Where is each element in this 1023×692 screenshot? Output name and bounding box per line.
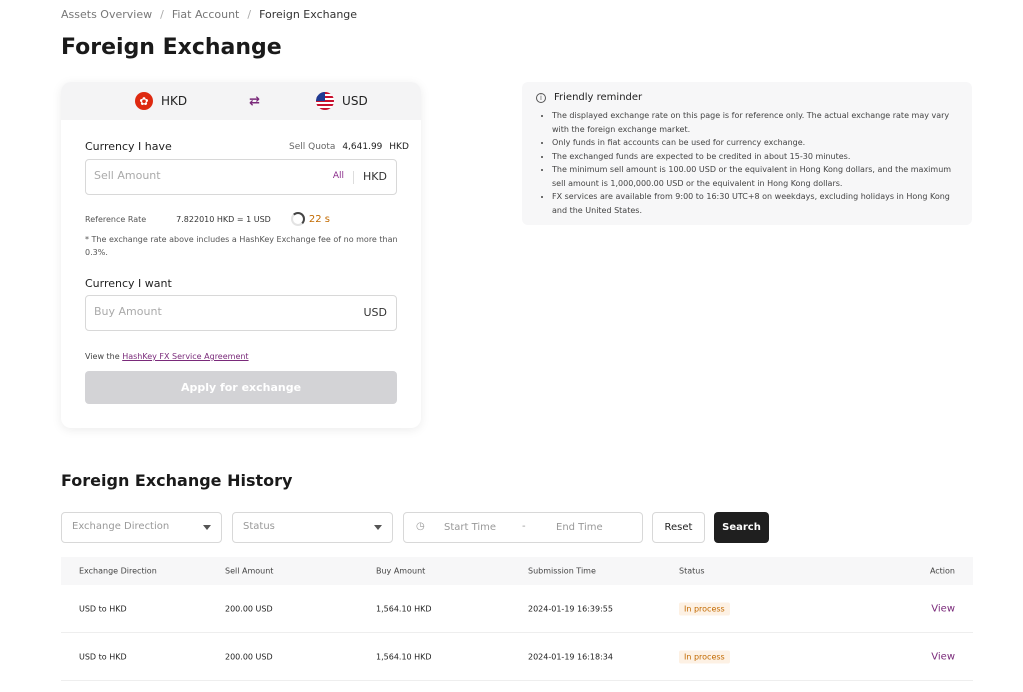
reference-rate-label: Reference Rate [85, 214, 147, 224]
currency-pair-header: ✿ HKD ⇄ USD [61, 82, 421, 120]
cell-direction: USD to HKD [79, 652, 127, 661]
service-agreement-link[interactable]: HashKey FX Service Agreement [122, 352, 248, 361]
history-title: Foreign Exchange History [61, 471, 293, 490]
exchange-card: ✿ HKD ⇄ USD Currency I have Sell Quota 4… [61, 82, 421, 428]
reminder-item: Only funds in fiat accounts can be used … [552, 136, 958, 150]
status-select[interactable]: Status [232, 512, 393, 543]
search-button[interactable]: Search [714, 512, 769, 543]
column-header: Action [929, 566, 955, 576]
sell-quota-value: 4,641.99 [342, 142, 383, 152]
reminder-header: i Friendly reminder [536, 92, 958, 103]
reminder-title: Friendly reminder [554, 92, 643, 103]
sell-amount-input[interactable] [94, 169, 294, 182]
info-icon: i [536, 92, 546, 103]
date-range-picker[interactable]: ◷ Start Time - End Time [403, 512, 643, 543]
apply-for-exchange-button[interactable]: Apply for exchange [85, 371, 397, 404]
agreement-prefix: View the [85, 352, 120, 361]
column-header: Submission Time [528, 566, 596, 576]
cell-submission-time: 2024-01-19 16:39:55 [528, 604, 613, 613]
column-header: Sell Amount [225, 566, 274, 576]
table-row: USD to HKD 200.00 USD 1,564.10 HKD 2024-… [61, 585, 973, 633]
reminder-item: The minimum sell amount is 100.00 USD or… [552, 163, 958, 190]
us-flag-icon [316, 92, 335, 110]
view-link[interactable]: View [931, 603, 955, 614]
caret-down-icon [203, 525, 211, 530]
sell-unit: HKD [363, 170, 387, 183]
history-table: Exchange Direction Sell Amount Buy Amoun… [61, 557, 973, 681]
table-row: USD to HKD 200.00 USD 1,564.10 HKD 2024-… [61, 633, 973, 681]
status-placeholder: Status [243, 521, 275, 532]
cell-buy-amount: 1,564.10 HKD [376, 604, 432, 613]
hk-flag-icon: ✿ [135, 92, 153, 110]
breadcrumb-fiat-account[interactable]: Fiat Account [172, 8, 240, 21]
all-button[interactable]: All [333, 171, 344, 181]
reference-rate-row: Reference Rate 7.822010 HKD = 1 USD 22 s [85, 212, 330, 226]
divider [353, 171, 354, 184]
rate-countdown: 22 s [308, 213, 330, 225]
reset-button[interactable]: Reset [652, 512, 705, 543]
buy-amount-input[interactable] [94, 305, 294, 318]
status-badge: In process [679, 602, 730, 615]
agreement-text: View the HashKey FX Service Agreement [85, 352, 249, 361]
cell-status: In process [679, 650, 730, 663]
cell-submission-time: 2024-01-19 16:18:34 [528, 652, 613, 661]
breadcrumb-current: Foreign Exchange [259, 8, 358, 21]
cell-status: In process [679, 602, 730, 615]
buy-amount-box: USD [85, 295, 397, 331]
start-time-input[interactable]: Start Time [444, 522, 496, 533]
sell-quota-unit: HKD [389, 142, 409, 152]
reminder-item: The exchanged funds are expected to be c… [552, 150, 958, 164]
breadcrumb-separator: / [247, 8, 252, 21]
cell-sell-amount: 200.00 USD [225, 652, 273, 661]
reference-rate-value: 7.822010 HKD = 1 USD [176, 214, 271, 224]
exchange-direction-placeholder: Exchange Direction [72, 521, 170, 532]
reminder-list: The displayed exchange rate on this page… [536, 109, 958, 217]
friendly-reminder-panel: i Friendly reminder The displayed exchan… [522, 82, 972, 225]
refresh-spinner-icon [290, 212, 305, 226]
sell-quota: Sell Quota 4,641.99 HKD [289, 142, 409, 152]
breadcrumb-separator: / [160, 8, 164, 21]
sell-amount-box: All HKD [85, 159, 397, 195]
end-time-input[interactable]: End Time [556, 522, 603, 533]
to-currency-code: USD [342, 94, 368, 108]
from-currency-selector[interactable]: ✿ HKD [135, 92, 187, 110]
reminder-item: The displayed exchange rate on this page… [552, 109, 958, 136]
cell-buy-amount: 1,564.10 HKD [376, 652, 432, 661]
column-header: Buy Amount [376, 566, 426, 576]
range-separator: - [522, 521, 526, 532]
column-header: Exchange Direction [79, 566, 157, 576]
from-currency-code: HKD [161, 94, 188, 108]
cell-direction: USD to HKD [79, 604, 127, 613]
status-badge: In process [679, 650, 730, 663]
breadcrumb-assets-overview[interactable]: Assets Overview [61, 8, 152, 21]
page-title: Foreign Exchange [61, 35, 282, 60]
currency-want-label: Currency I want [85, 277, 172, 290]
exchange-direction-select[interactable]: Exchange Direction [61, 512, 222, 543]
cell-sell-amount: 200.00 USD [225, 604, 273, 613]
column-header: Status [679, 566, 705, 576]
to-currency-selector[interactable]: USD [316, 92, 368, 110]
breadcrumb: Assets Overview / Fiat Account / Foreign… [61, 8, 357, 21]
currency-have-label: Currency I have [85, 140, 172, 153]
sell-quota-label: Sell Quota [289, 142, 336, 152]
fee-note: * The exchange rate above includes a Has… [85, 235, 398, 257]
buy-unit: USD [363, 306, 387, 319]
swap-icon[interactable]: ⇄ [249, 94, 260, 109]
caret-down-icon [374, 525, 382, 530]
view-link[interactable]: View [931, 651, 955, 662]
reminder-item: FX services are available from 9:00 to 1… [552, 190, 958, 217]
clock-icon: ◷ [416, 521, 425, 532]
table-header: Exchange Direction Sell Amount Buy Amoun… [61, 557, 973, 585]
